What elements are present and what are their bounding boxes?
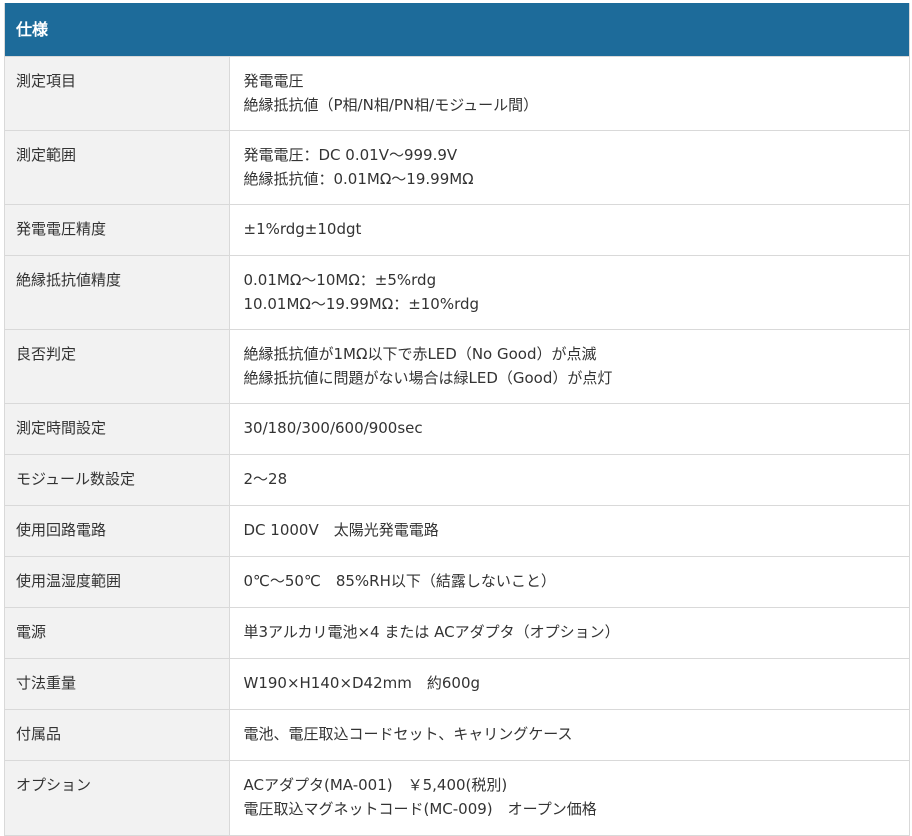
table-row: 電源 単3アルカリ電池×4 または ACアダプタ（オプション） — [5, 607, 909, 659]
row-value: 絶縁抵抗値が1MΩ以下で赤LED（No Good）が点滅 絶縁抵抗値に問題がない… — [229, 329, 909, 404]
value-line: 発電電圧：DC 0.01V〜999.9V — [243, 146, 458, 164]
row-label: 発電電圧精度 — [5, 204, 230, 256]
row-label: 寸法重量 — [5, 658, 230, 710]
value-line: 2〜28 — [243, 470, 288, 488]
value-line: ±1%rdg±10dgt — [243, 220, 362, 238]
table-row: 使用回路電路 DC 1000V 太陽光発電電路 — [5, 505, 909, 557]
row-label: 使用温湿度範囲 — [5, 556, 230, 608]
spec-title: 仕様 — [16, 20, 49, 39]
value-line: 電池、電圧取込コードセット、キャリングケース — [243, 725, 573, 743]
row-value: ACアダプタ(MA-001) ￥5,400(税別) 電圧取込マグネットコード(M… — [229, 760, 909, 835]
table-row: 測定時間設定 30/180/300/600/900sec — [5, 403, 909, 455]
value-line: 絶縁抵抗値が1MΩ以下で赤LED（No Good）が点滅 — [243, 345, 597, 363]
table-row: 発電電圧精度 ±1%rdg±10dgt — [5, 204, 909, 256]
row-value: 2〜28 — [229, 454, 909, 506]
row-label: 電源 — [5, 607, 230, 659]
row-value: 0.01MΩ〜10MΩ：±5%rdg 10.01MΩ〜19.99MΩ：±10%r… — [229, 255, 909, 330]
row-value: 単3アルカリ電池×4 または ACアダプタ（オプション） — [229, 607, 909, 659]
value-line: 単3アルカリ電池×4 または ACアダプタ（オプション） — [243, 623, 620, 641]
row-label: 測定項目 — [5, 56, 230, 131]
value-line: 絶縁抵抗値：0.01MΩ〜19.99MΩ — [243, 170, 474, 188]
row-label: 使用回路電路 — [5, 505, 230, 557]
value-line: 電圧取込マグネットコード(MC-009) オープン価格 — [243, 800, 597, 818]
row-value: 30/180/300/600/900sec — [229, 403, 909, 455]
spec-table-container: 仕様 測定項目 発電電圧 絶縁抵抗値（P相/N相/PN相/モジュール間） 測定範… — [4, 3, 910, 836]
table-row: 寸法重量 W190×H140×D42mm 約600g — [5, 658, 909, 710]
value-line: 0.01MΩ〜10MΩ：±5%rdg — [243, 271, 437, 289]
spec-table: 測定項目 発電電圧 絶縁抵抗値（P相/N相/PN相/モジュール間） 測定範囲 発… — [5, 56, 909, 835]
value-line: DC 1000V 太陽光発電電路 — [243, 521, 439, 539]
row-label: 測定時間設定 — [5, 403, 230, 455]
table-row: 測定項目 発電電圧 絶縁抵抗値（P相/N相/PN相/モジュール間） — [5, 56, 909, 131]
table-row: オプション ACアダプタ(MA-001) ￥5,400(税別) 電圧取込マグネッ… — [5, 760, 909, 835]
row-value: 発電電圧：DC 0.01V〜999.9V 絶縁抵抗値：0.01MΩ〜19.99M… — [229, 130, 909, 205]
row-value: 発電電圧 絶縁抵抗値（P相/N相/PN相/モジュール間） — [229, 56, 909, 131]
value-line: W190×H140×D42mm 約600g — [243, 674, 481, 692]
value-line: 0℃〜50℃ 85%RH以下（結露しないこと） — [243, 572, 556, 590]
row-value: ±1%rdg±10dgt — [229, 204, 909, 256]
row-value: 0℃〜50℃ 85%RH以下（結露しないこと） — [229, 556, 909, 608]
value-line: 発電電圧 — [243, 72, 304, 90]
table-row: 良否判定 絶縁抵抗値が1MΩ以下で赤LED（No Good）が点滅 絶縁抵抗値に… — [5, 329, 909, 404]
row-label: 測定範囲 — [5, 130, 230, 205]
row-label: モジュール数設定 — [5, 454, 230, 506]
value-line: 10.01MΩ〜19.99MΩ：±10%rdg — [243, 295, 480, 313]
row-label: 付属品 — [5, 709, 230, 761]
row-value: DC 1000V 太陽光発電電路 — [229, 505, 909, 557]
table-row: 絶縁抵抗値精度 0.01MΩ〜10MΩ：±5%rdg 10.01MΩ〜19.99… — [5, 255, 909, 330]
row-label: 絶縁抵抗値精度 — [5, 255, 230, 330]
row-value: 電池、電圧取込コードセット、キャリングケース — [229, 709, 909, 761]
value-line: 30/180/300/600/900sec — [243, 419, 423, 437]
value-line: ACアダプタ(MA-001) ￥5,400(税別) — [243, 776, 508, 794]
table-row: 付属品 電池、電圧取込コードセット、キャリングケース — [5, 709, 909, 761]
table-row: モジュール数設定 2〜28 — [5, 454, 909, 506]
table-row: 測定範囲 発電電圧：DC 0.01V〜999.9V 絶縁抵抗値：0.01MΩ〜1… — [5, 130, 909, 205]
row-label: オプション — [5, 760, 230, 835]
table-row: 使用温湿度範囲 0℃〜50℃ 85%RH以下（結露しないこと） — [5, 556, 909, 608]
spec-header: 仕様 — [5, 3, 909, 56]
row-label: 良否判定 — [5, 329, 230, 404]
row-value: W190×H140×D42mm 約600g — [229, 658, 909, 710]
value-line: 絶縁抵抗値に問題がない場合は緑LED（Good）が点灯 — [243, 369, 613, 387]
value-line: 絶縁抵抗値（P相/N相/PN相/モジュール間） — [243, 96, 539, 114]
